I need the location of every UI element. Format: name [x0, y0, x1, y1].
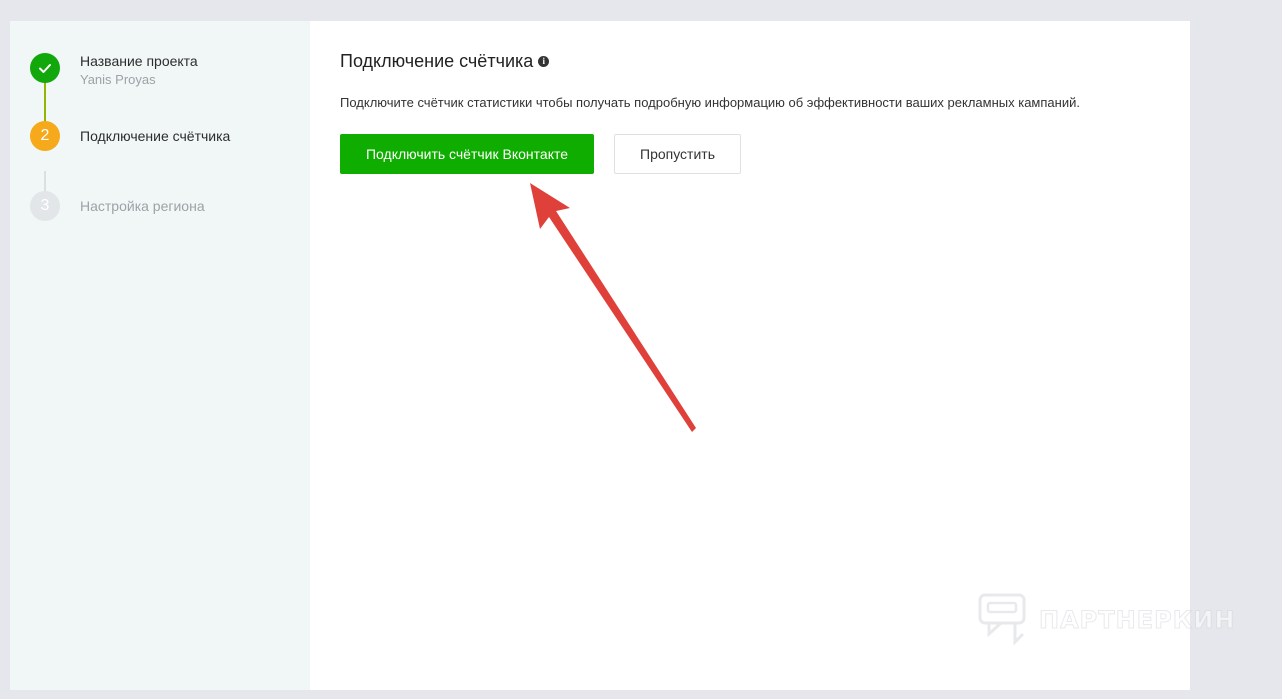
setup-card: Название проекта Yanis Proyas 2 Подключе… — [10, 21, 1190, 690]
partnerkin-logo-icon — [978, 593, 1026, 646]
steps-sidebar: Название проекта Yanis Proyas 2 Подключе… — [10, 21, 310, 690]
check-icon — [39, 64, 51, 73]
watermark: ПАРТНЕРКИН — [977, 592, 1235, 648]
step-1-title[interactable]: Название проекта — [80, 53, 198, 69]
step-2-title: Подключение счётчика — [80, 128, 231, 144]
info-icon[interactable]: i — [538, 56, 550, 67]
page-title: Подключение счётчика i — [340, 51, 550, 72]
watermark-text: ПАРТНЕРКИН — [1038, 606, 1236, 635]
step-3-title: Настройка региона — [80, 198, 205, 214]
skip-button[interactable]: Пропустить — [614, 134, 741, 174]
step-1-subtitle: Yanis Proyas — [80, 72, 156, 87]
step-3-indicator: 3 — [30, 191, 60, 221]
step-1-indicator — [30, 53, 60, 83]
connect-vk-counter-button[interactable]: Подключить счётчик Вконтакте — [340, 134, 594, 174]
page-title-text: Подключение счётчика — [340, 51, 534, 71]
counter-description: Подключите счётчик статистики чтобы полу… — [340, 95, 1080, 110]
step-2-indicator: 2 — [30, 121, 60, 151]
